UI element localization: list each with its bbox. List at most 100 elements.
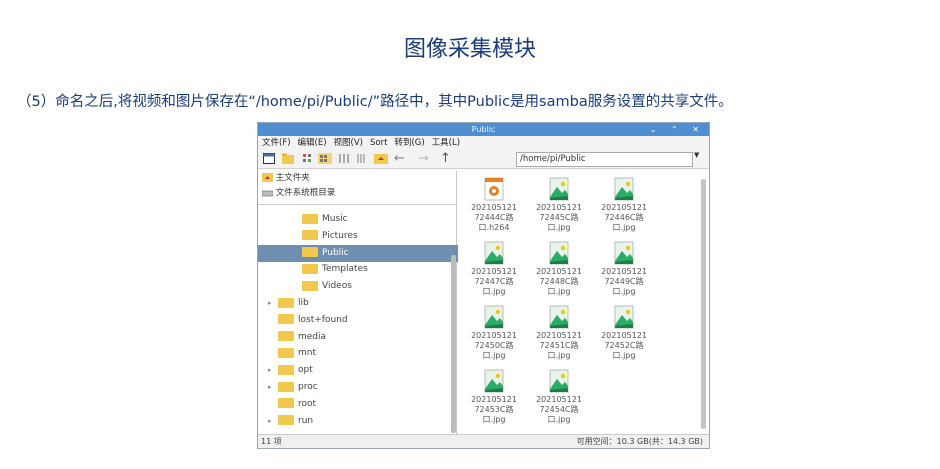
tree-item-label: proc: [298, 382, 318, 392]
file-name-line: 202105121: [471, 267, 517, 276]
folder-icon: [302, 213, 318, 224]
menu-item[interactable]: 文件(F): [262, 138, 291, 148]
file-name-line: 72446C路: [604, 213, 644, 222]
tree-item-label: root: [298, 398, 317, 409]
file-name-line: 72444C路: [474, 213, 514, 222]
folder-icon: [278, 347, 294, 358]
menu-item[interactable]: 工具(L): [432, 138, 460, 148]
tree-item-label: mnt: [298, 348, 316, 359]
tree-item[interactable]: ▸ run: [258, 413, 462, 430]
folder-icon: [302, 247, 318, 258]
places-list: 主文件夹 文件系统根目录: [258, 171, 456, 205]
tree-item-label: opt: [298, 365, 313, 376]
new-tab-icon[interactable]: [282, 153, 294, 164]
list-view-icon[interactable]: [356, 153, 368, 164]
file-item[interactable]: 202105121 72449C路 口.jpg: [594, 241, 654, 297]
file-item[interactable]: 202105121 72448C路 口.jpg: [529, 241, 589, 297]
menu-item[interactable]: 编辑(E): [298, 138, 327, 148]
place-root[interactable]: 文件系统根目录: [258, 186, 456, 201]
image-file-icon: [614, 305, 634, 329]
file-item[interactable]: 202105121 72452C路 口.jpg: [594, 305, 654, 361]
home-folder-icon[interactable]: [374, 153, 388, 164]
file-item[interactable]: 202105121 72444C路 口.h264: [464, 177, 524, 233]
menu-item[interactable]: 转到(G): [394, 138, 424, 148]
tree-scrollbar[interactable]: [451, 255, 456, 433]
expand-arrow-icon[interactable]: ▸: [268, 379, 278, 396]
file-name-line: 口.jpg: [482, 287, 506, 296]
page-title: 图像采集模块: [403, 37, 536, 62]
tree-item-label: Pictures: [322, 230, 358, 241]
folder-icon: [302, 280, 318, 291]
forward-arrow-icon[interactable]: →: [418, 150, 429, 166]
up-arrow-icon[interactable]: ↑: [440, 150, 451, 166]
folder-icon: [278, 314, 294, 325]
tree-item[interactable]: ▸ opt: [258, 362, 462, 379]
expand-arrow-icon[interactable]: ▸: [268, 413, 278, 430]
compact-view-icon[interactable]: [338, 153, 350, 164]
window-controls[interactable]: ⌄ ⌃ ✕: [650, 123, 705, 136]
file-name-line: 72450C路: [474, 341, 514, 350]
toolbar: ← → ↑ /home/pi/Public ▼: [258, 150, 709, 169]
menu-item[interactable]: Sort: [370, 138, 387, 148]
file-scrollbar[interactable]: [701, 179, 706, 429]
tree-item[interactable]: media: [258, 329, 462, 346]
file-name-line: 202105121: [601, 331, 647, 340]
back-arrow-icon[interactable]: ←: [394, 150, 405, 166]
tree-item[interactable]: lost+found: [258, 312, 462, 329]
file-item[interactable]: 202105121 72445C路 口.jpg: [529, 177, 589, 233]
image-file-icon: [549, 369, 569, 393]
folder-icon: [278, 415, 294, 426]
image-file-icon: [484, 241, 504, 265]
view-icon[interactable]: [302, 153, 314, 164]
folder-icon: [278, 381, 294, 392]
tree-item[interactable]: ▸ lib: [258, 295, 462, 312]
window-titlebar: Public ⌄ ⌃ ✕: [258, 123, 709, 136]
file-name-line: 72449C路: [604, 277, 644, 286]
icon-view-icon[interactable]: [318, 153, 332, 164]
place-home[interactable]: 主文件夹: [258, 171, 456, 186]
image-file-icon: [484, 305, 504, 329]
tree-item-label: run: [298, 415, 314, 426]
image-file-icon: [549, 241, 569, 265]
file-item[interactable]: 202105121 72450C路 口.jpg: [464, 305, 524, 361]
folder-icon: [278, 364, 294, 375]
file-name-line: 202105121: [601, 203, 647, 212]
chevron-down-icon[interactable]: ▼: [694, 151, 699, 163]
item-count: 11 项: [261, 437, 282, 446]
file-name-line: 72445C路: [539, 213, 579, 222]
file-name-line: 口.jpg: [547, 223, 571, 232]
file-name-line: 72452C路: [604, 341, 644, 350]
file-name-line: 口.jpg: [482, 351, 506, 360]
drive-icon: [261, 190, 274, 197]
menu-item[interactable]: 视图(V): [334, 138, 363, 148]
expand-arrow-icon[interactable]: ▸: [268, 362, 278, 379]
folder-icon: [302, 263, 318, 274]
file-name-line: 202105121: [536, 203, 582, 212]
video-file-icon: [484, 177, 504, 201]
window-title: Public: [471, 125, 496, 134]
expand-arrow-icon[interactable]: ▸: [268, 295, 278, 312]
path-input[interactable]: /home/pi/Public: [516, 152, 693, 167]
free-space: 可用空间：10.3 GB(共：14.3 GB): [576, 437, 703, 446]
tree-item[interactable]: ▸ proc: [258, 379, 462, 396]
file-item[interactable]: 202105121 72454C路 口.jpg: [529, 369, 589, 425]
file-name-line: 72454C路: [539, 405, 579, 414]
file-name-line: 口.h264: [478, 223, 510, 232]
new-window-icon[interactable]: [263, 153, 275, 164]
file-item[interactable]: 202105121 72451C路 口.jpg: [529, 305, 589, 361]
tree-item-label: Videos: [322, 281, 352, 292]
file-item[interactable]: 202105121 72447C路 口.jpg: [464, 241, 524, 297]
file-item[interactable]: 202105121 72453C路 口.jpg: [464, 369, 524, 425]
file-name-line: 口.jpg: [482, 415, 506, 424]
file-name-line: 202105121: [536, 395, 582, 404]
tree-item-label: Music: [322, 214, 348, 224]
tree-item[interactable]: mnt: [258, 345, 462, 362]
menu-bar: 文件(F) 编辑(E) 视图(V) Sort 转到(G) 工具(L): [258, 136, 709, 150]
file-name-line: 202105121: [536, 267, 582, 276]
file-item[interactable]: 202105121 72446C路 口.jpg: [594, 177, 654, 233]
tree-item[interactable]: root: [258, 396, 462, 413]
place-root-label: 文件系统根目录: [275, 188, 336, 198]
sidebar: 主文件夹 文件系统根目录 Music Pictures Public Template…: [258, 171, 496, 434]
tree-item-label: Public: [322, 247, 349, 258]
image-file-icon: [614, 241, 634, 265]
